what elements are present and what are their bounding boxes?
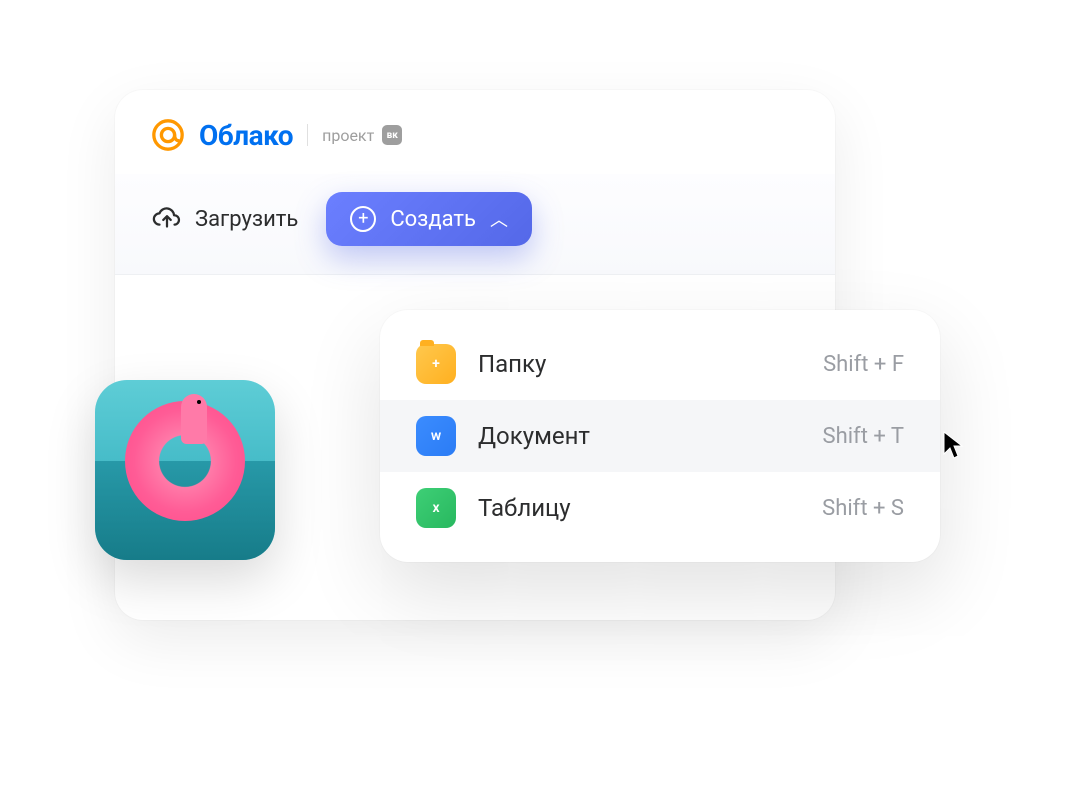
brand-name: Облако xyxy=(199,119,293,152)
toolbar: Загрузить + Создать ︿ xyxy=(115,174,835,275)
plus-circle-icon: + xyxy=(350,206,376,232)
menu-item-shortcut: Shift + F xyxy=(823,352,904,377)
menu-item-shortcut: Shift + T xyxy=(823,424,904,449)
flamingo-head-graphic xyxy=(181,394,207,444)
at-logo-icon xyxy=(151,118,185,152)
create-label: Создать xyxy=(390,207,476,232)
project-label: проект вк xyxy=(322,125,402,145)
menu-item-document[interactable]: w Документ Shift + T xyxy=(380,400,940,472)
menu-item-shortcut: Shift + S xyxy=(822,496,904,521)
project-text: проект xyxy=(322,126,374,145)
folder-plus-icon: + xyxy=(416,344,456,384)
menu-item-label: Папку xyxy=(478,350,801,378)
menu-item-label: Документ xyxy=(478,422,801,450)
create-dropdown: + Папку Shift + F w Документ Shift + T x… xyxy=(380,310,940,562)
vk-badge-icon: вк xyxy=(382,125,402,145)
upload-button[interactable]: Загрузить xyxy=(151,203,298,235)
menu-item-label: Таблицу xyxy=(478,494,800,522)
spreadsheet-icon: x xyxy=(416,488,456,528)
word-doc-icon: w xyxy=(416,416,456,456)
divider xyxy=(307,124,308,146)
chevron-up-icon: ︿ xyxy=(490,206,508,232)
header: Облако проект вк xyxy=(115,90,835,174)
menu-item-spreadsheet[interactable]: x Таблицу Shift + S xyxy=(380,472,940,544)
image-thumbnail[interactable] xyxy=(95,380,275,560)
cursor-icon xyxy=(942,430,966,460)
create-button[interactable]: + Создать ︿ xyxy=(326,192,532,246)
menu-item-folder[interactable]: + Папку Shift + F xyxy=(380,328,940,400)
cloud-upload-icon xyxy=(151,203,183,235)
upload-label: Загрузить xyxy=(195,207,298,232)
